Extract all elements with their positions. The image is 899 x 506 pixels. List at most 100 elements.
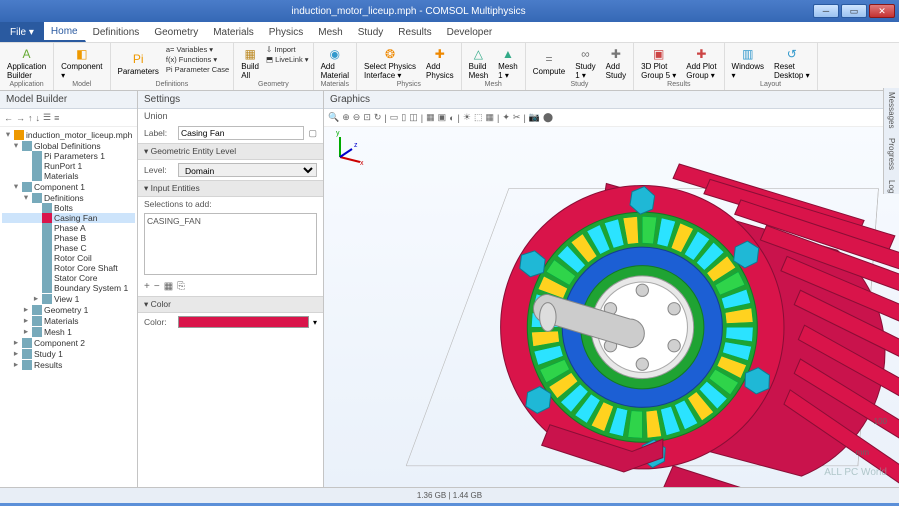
tree-node[interactable]: ▸Geometry 1 [2, 304, 135, 315]
label-go-icon[interactable]: ▢ [308, 128, 317, 139]
forward-icon[interactable]: → [16, 113, 25, 123]
remove-selection-icon[interactable]: − [154, 281, 160, 292]
build-mesh-button[interactable]: △BuildMesh [466, 45, 492, 81]
up-icon[interactable]: ↑ [28, 113, 33, 123]
build-all-button[interactable]: ▦BuildAll [238, 45, 262, 81]
zoom-icon[interactable]: 🔍 [328, 112, 339, 123]
import-button[interactable]: ⇩ Import [266, 45, 309, 54]
windows-button[interactable]: ▥Windows▾ [729, 45, 767, 81]
select-physics-button[interactable]: ❂Select PhysicsInterface ▾ [361, 45, 419, 81]
tree-node[interactable]: Casing Fan [2, 213, 135, 223]
color-section[interactable]: ▾ Color [138, 296, 323, 313]
select-icon[interactable]: ▦ [426, 112, 435, 123]
tree-node[interactable]: Phase C [2, 243, 135, 253]
functions-button[interactable]: f(x) Functions ▾ [166, 55, 229, 64]
level-select[interactable]: Domain [178, 163, 317, 177]
camera-icon[interactable]: 📷 [529, 112, 540, 123]
tree-node[interactable]: Rotor Core Shaft [2, 263, 135, 273]
tree-node[interactable]: ▾Component 1 [2, 181, 135, 192]
add-plot-button[interactable]: ✚Add PlotGroup ▾ [683, 45, 719, 81]
collapse-icon[interactable]: ☰ [43, 112, 51, 123]
graphics-canvas[interactable]: y x z mm 100 [324, 127, 899, 487]
clip-icon[interactable]: ✂ [513, 112, 521, 123]
wireframe-icon[interactable]: ⬚ [474, 112, 483, 123]
record-icon[interactable]: ⬤ [543, 112, 553, 123]
tree-node[interactable]: Pi Parameters 1 [2, 151, 135, 161]
add-selection-icon[interactable]: + [144, 281, 150, 292]
tree-node[interactable]: ▸Study 1 [2, 348, 135, 359]
tree-node[interactable]: ▸Component 2 [2, 337, 135, 348]
model-tree[interactable]: ▾induction_motor_liceup.mph ▾Global Defi… [0, 127, 137, 487]
scene-light-icon[interactable]: ✦ [502, 112, 510, 123]
paste-selection-icon[interactable]: ⎘ [177, 281, 185, 292]
window-close-button[interactable]: ✕ [869, 4, 895, 18]
parameters-button[interactable]: PiParameters [115, 45, 162, 81]
compute-button[interactable]: =Compute [530, 45, 568, 81]
transparency-icon[interactable]: ◐ [449, 113, 454, 123]
tab-physics[interactable]: Physics [262, 22, 311, 42]
tree-node[interactable]: RunPort 1 [2, 161, 135, 171]
messages-tab[interactable]: Messages [887, 92, 896, 128]
window-maximize-button[interactable]: ▭ [841, 4, 867, 18]
tree-node[interactable]: ▸Mesh 1 [2, 326, 135, 337]
parameter-case-button[interactable]: Pi Parameter Case [166, 65, 229, 74]
component-button[interactable]: ◧Component▾ [58, 45, 105, 81]
select-box-icon[interactable]: ▣ [438, 112, 447, 123]
grid-icon[interactable]: ▦ [485, 112, 494, 123]
tree-node[interactable]: ▸View 1 [2, 293, 135, 304]
livelink-button[interactable]: ⬒ LiveLink ▾ [266, 55, 309, 64]
tab-results[interactable]: Results [391, 22, 439, 42]
log-tab[interactable]: Log [887, 180, 896, 193]
zoom-out-icon[interactable]: ⊖ [353, 112, 361, 123]
rotate-icon[interactable]: ↻ [374, 112, 382, 123]
tab-materials[interactable]: Materials [206, 22, 262, 42]
tree-node[interactable]: ▸Materials [2, 315, 135, 326]
tree-node[interactable]: ▾Definitions [2, 192, 135, 203]
add-physics-button[interactable]: ✚AddPhysics [423, 45, 457, 81]
view-xy-icon[interactable]: ▭ [390, 112, 399, 123]
window-minimize-button[interactable]: ─ [813, 4, 839, 18]
zoom-extents-icon[interactable]: ⊡ [363, 112, 371, 123]
tree-node[interactable]: Materials [2, 171, 135, 181]
view-xz-icon[interactable]: ◫ [409, 112, 418, 123]
label-input[interactable] [178, 126, 304, 140]
application-builder-button[interactable]: AApplicationBuilder [4, 45, 49, 81]
tab-home[interactable]: Home [44, 22, 86, 42]
tab-definitions[interactable]: Definitions [86, 22, 148, 42]
mesh1-button[interactable]: ▲Mesh1 ▾ [495, 45, 521, 81]
copy-selection-icon[interactable]: ▦ [164, 281, 173, 292]
tree-node[interactable]: ▸Results [2, 359, 135, 370]
light-icon[interactable]: ☀ [463, 112, 471, 123]
plot3d-button[interactable]: ▣3D PlotGroup 5 ▾ [638, 45, 679, 81]
tab-mesh[interactable]: Mesh [311, 22, 350, 42]
tree-node[interactable]: Phase A [2, 223, 135, 233]
tree-node[interactable]: Stator Core [2, 273, 135, 283]
tree-root[interactable]: ▾induction_motor_liceup.mph [2, 129, 135, 140]
tree-node[interactable]: Boundary System 1 [2, 283, 135, 293]
add-material-button[interactable]: ◉AddMaterial [318, 45, 352, 81]
variables-button[interactable]: a= Variables ▾ [166, 45, 229, 54]
level-label: Level: [144, 165, 174, 175]
selection-list[interactable]: CASING_FAN [144, 213, 317, 275]
expand-icon[interactable]: ≡ [54, 113, 59, 123]
tab-geometry[interactable]: Geometry [147, 22, 206, 42]
file-menu[interactable]: File ▾ [0, 22, 44, 42]
progress-tab[interactable]: Progress [887, 138, 896, 170]
tab-developer[interactable]: Developer [440, 22, 501, 42]
study1-button[interactable]: ∞Study1 ▾ [572, 45, 598, 81]
tree-node[interactable]: ▾Global Definitions [2, 140, 135, 151]
zoom-in-icon[interactable]: ⊕ [342, 112, 350, 123]
reset-desktop-button[interactable]: ↺ResetDesktop ▾ [771, 45, 813, 81]
tree-node[interactable]: Rotor Coil [2, 253, 135, 263]
input-entities-section[interactable]: ▾ Input Entities [138, 180, 323, 197]
tab-study[interactable]: Study [351, 22, 392, 42]
back-icon[interactable]: ← [4, 113, 13, 123]
view-yz-icon[interactable]: ▯ [401, 112, 406, 123]
tree-node[interactable]: Bolts [2, 203, 135, 213]
color-dropdown-icon[interactable]: ▾ [313, 318, 317, 327]
color-swatch[interactable] [178, 316, 309, 328]
add-study-button[interactable]: ✚AddStudy [603, 45, 629, 81]
tree-node[interactable]: Phase B [2, 233, 135, 243]
down-icon[interactable]: ↓ [36, 113, 41, 123]
geometric-entity-section[interactable]: ▾ Geometric Entity Level [138, 143, 323, 160]
